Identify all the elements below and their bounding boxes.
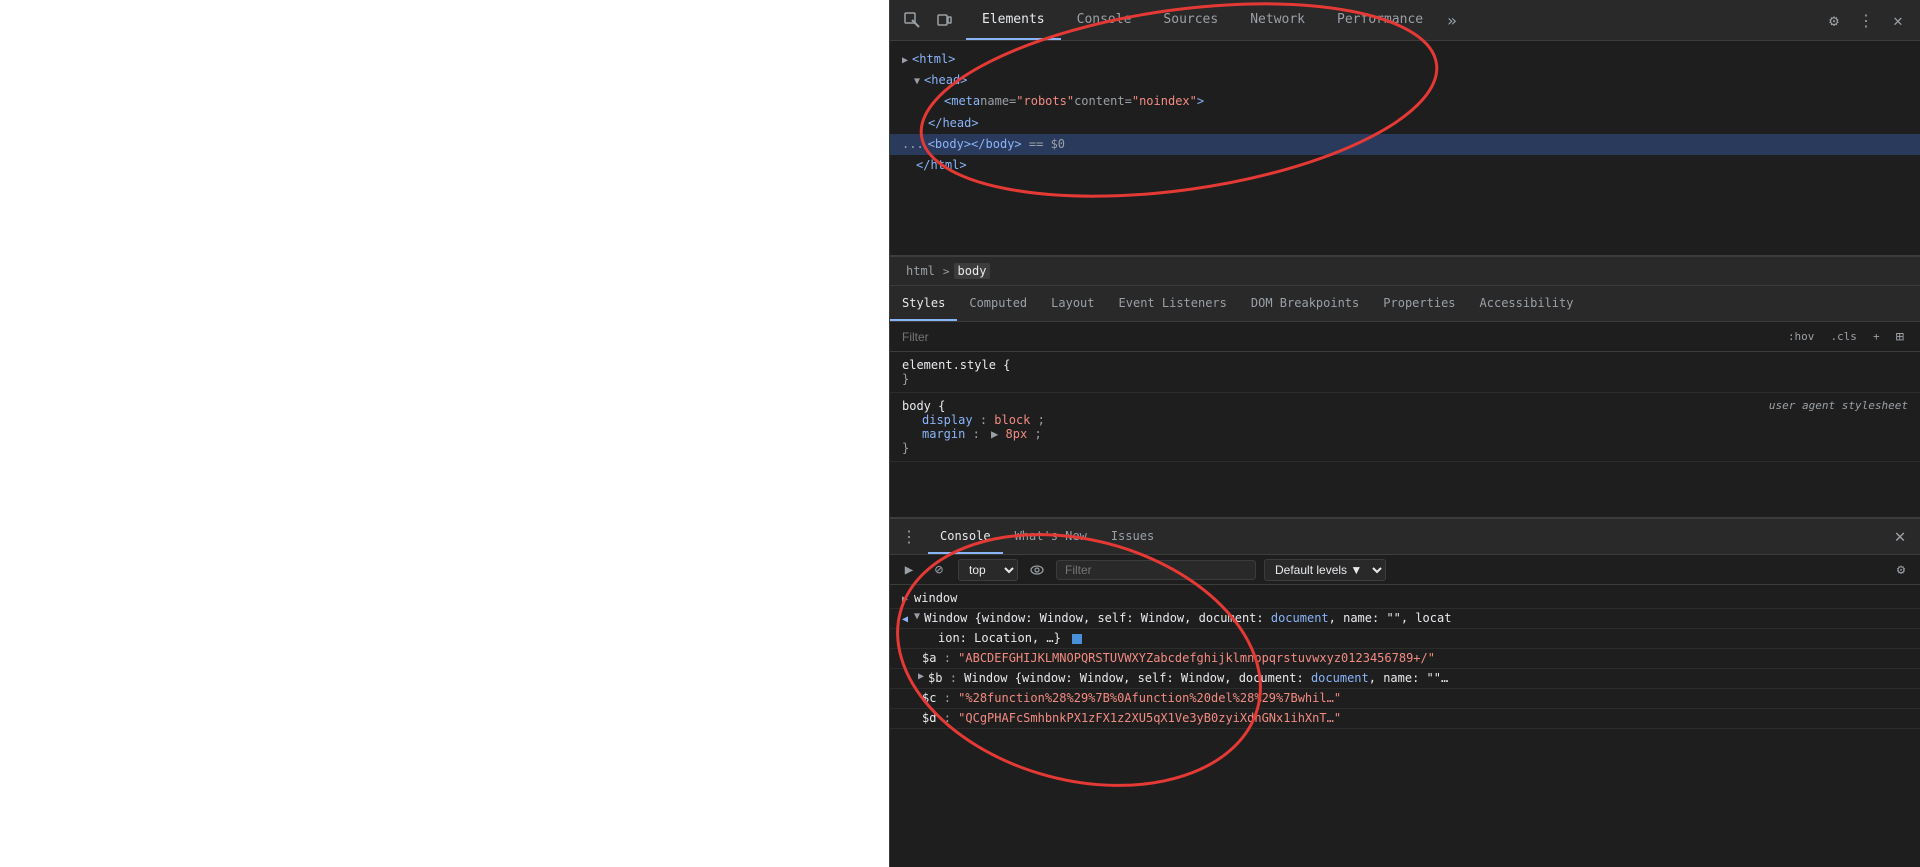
dom-line-head[interactable]: <head> <box>890 70 1920 91</box>
expand-arrow-html[interactable] <box>902 50 908 69</box>
window-icon-square <box>1072 634 1082 644</box>
console-clear-button[interactable]: ⊘ <box>928 559 950 581</box>
console-filter-input[interactable] <box>1056 560 1256 580</box>
console-tab-issues[interactable]: Issues <box>1099 519 1166 554</box>
dom-line-body[interactable]: ... <body></body> == $0 <box>890 134 1920 155</box>
console-panel: ⋮ Console What's New Issues ✕ ▶ ⊘ top <box>890 517 1920 867</box>
console-window-obj-text: Window {window: Window, self: Window, do… <box>924 611 1908 625</box>
window-obj-expand[interactable]: ▼ <box>914 611 920 622</box>
expand-arrow-head[interactable] <box>914 71 920 90</box>
tab-console[interactable]: Console <box>1061 0 1148 40</box>
settings-button[interactable]: ⚙ <box>1820 6 1848 34</box>
style-rule-element: element.style { } <box>890 352 1920 393</box>
console-line-dollar-b: ▶ $b : Window {window: Window, self: Win… <box>890 669 1920 689</box>
close-devtools-button[interactable]: ✕ <box>1884 6 1912 34</box>
styles-content[interactable]: element.style { } body { user agent styl… <box>890 352 1920 517</box>
elements-panel: <html> <head> <meta name="robots" conten… <box>890 41 1920 517</box>
style-rule-selector-element: element.style { <box>902 358 1908 372</box>
style-rule-close-element: } <box>902 372 1908 386</box>
style-rule-close-body: } <box>902 441 1908 455</box>
dom-line-meta[interactable]: <meta name="robots" content="noindex" > <box>890 91 1920 112</box>
window-document-link[interactable]: document <box>1271 611 1329 625</box>
styles-filter-input[interactable] <box>902 330 1784 344</box>
margin-expand[interactable]: ▶ <box>991 427 998 441</box>
devtools-wrapper: Elements Console Sources Network Perform… <box>889 0 1920 867</box>
dom-line-html[interactable]: <html> <box>890 49 1920 70</box>
console-line-window: ▶ window <box>890 589 1920 609</box>
console-context-select[interactable]: top <box>958 559 1018 581</box>
dom-tree[interactable]: <html> <head> <meta name="robots" conten… <box>890 41 1920 256</box>
devtools-main-tabs: Elements Console Sources Network Perform… <box>966 0 1812 40</box>
tab-accessibility[interactable]: Accessibility <box>1468 286 1586 321</box>
console-line-dollar-a: $a : "ABCDEFGHIJKLMNOPQRSTUVWXYZabcdefgh… <box>890 649 1920 669</box>
console-toolbar: ⋮ Console What's New Issues ✕ <box>890 519 1920 555</box>
tab-sources[interactable]: Sources <box>1147 0 1234 40</box>
window-obj-arrow[interactable]: ◀ <box>902 611 908 625</box>
customize-button[interactable]: ⋮ <box>1852 6 1880 34</box>
tab-computed[interactable]: Computed <box>957 286 1039 321</box>
tab-elements[interactable]: Elements <box>966 0 1061 40</box>
main-content <box>0 0 889 867</box>
device-toggle-button[interactable] <box>930 6 958 34</box>
dollar-d-text: $d : "QCgPHAFcSmhbnkPX1zFX1z2XU5qX1Ve3yB… <box>922 711 1908 725</box>
tab-styles[interactable]: Styles <box>890 286 957 321</box>
dollar-c-text: $c : "%28function%28%29%7B%0Afunction%20… <box>922 691 1908 705</box>
devtools-panel: Elements Console Sources Network Perform… <box>889 0 1920 867</box>
console-tabs: Console What's New Issues <box>928 519 1888 554</box>
console-window-text: window <box>914 591 1908 605</box>
console-level-select[interactable]: Default levels ▼ <box>1264 559 1386 581</box>
dollar-b-expand[interactable]: ▶ <box>918 671 924 682</box>
more-tabs-button[interactable]: » <box>1439 0 1465 40</box>
console-play-button[interactable]: ▶ <box>898 559 920 581</box>
toolbar-right-actions: ⚙ ⋮ ✕ <box>1812 6 1920 34</box>
tab-event-listeners[interactable]: Event Listeners <box>1107 286 1239 321</box>
styles-panel-tabs: Styles Computed Layout Event Listeners D… <box>890 286 1920 322</box>
tab-network[interactable]: Network <box>1234 0 1321 40</box>
dom-line-head-close[interactable]: </head> <box>890 113 1920 134</box>
toolbar-icon-group <box>890 6 966 34</box>
dollar-b-document-link[interactable]: document <box>1311 671 1369 685</box>
style-property-display: display : block ; <box>902 413 1908 427</box>
breadcrumb-bar: html > body <box>890 256 1920 286</box>
tab-properties[interactable]: Properties <box>1371 286 1467 321</box>
devtools-toolbar: Elements Console Sources Network Perform… <box>890 0 1920 41</box>
console-line-dollar-c: $c : "%28function%28%29%7B%0Afunction%20… <box>890 689 1920 709</box>
console-panel-menu[interactable]: ⋮ <box>898 526 920 548</box>
close-console-button[interactable]: ✕ <box>1888 525 1912 549</box>
inspect-element-button[interactable] <box>898 6 926 34</box>
console-tab-whats-new[interactable]: What's New <box>1003 519 1099 554</box>
tab-layout[interactable]: Layout <box>1039 286 1106 321</box>
console-line-window-expanded-2: ion: Location, …} <box>890 629 1920 649</box>
style-source-body: user agent stylesheet <box>1769 399 1908 412</box>
sidebar-toggle-button[interactable]: ⊞ <box>1892 328 1908 346</box>
console-output[interactable]: ▶ window ◀ ▼ Window {window: Window, sel… <box>890 585 1920 867</box>
dollar-a-text: $a : "ABCDEFGHIJKLMNOPQRSTUVWXYZabcdefgh… <box>922 651 1908 665</box>
style-property-margin: margin : ▶ 8px ; <box>902 427 1908 441</box>
add-rule-button[interactable]: + <box>1869 329 1884 344</box>
console-line-window-expanded: ◀ ▼ Window {window: Window, self: Window… <box>890 609 1920 629</box>
filter-actions: :hov .cls + ⊞ <box>1784 328 1908 346</box>
window-expand-arrow[interactable]: ▶ <box>902 591 908 605</box>
cls-button[interactable]: .cls <box>1826 329 1861 344</box>
breadcrumb-html[interactable]: html <box>902 263 939 279</box>
style-rule-body: body { user agent stylesheet display : b… <box>890 393 1920 462</box>
dollar-b-text: $b : Window {window: Window, self: Windo… <box>928 671 1908 685</box>
tab-dom-breakpoints[interactable]: DOM Breakpoints <box>1239 286 1371 321</box>
console-settings-button[interactable]: ⚙ <box>1890 559 1912 581</box>
tab-performance[interactable]: Performance <box>1321 0 1439 40</box>
console-eye-button[interactable] <box>1026 559 1048 581</box>
console-line-dollar-d: $d : "QCgPHAFcSmhbnkPX1zFX1z2XU5qX1Ve3yB… <box>890 709 1920 729</box>
console-second-toolbar: ▶ ⊘ top Default levels ▼ ⚙ <box>890 555 1920 585</box>
styles-filter-bar: :hov .cls + ⊞ <box>890 322 1920 352</box>
console-window-obj-text2: ion: Location, …} <box>938 631 1908 645</box>
hov-button[interactable]: :hov <box>1784 329 1819 344</box>
console-tab-console[interactable]: Console <box>928 519 1003 554</box>
style-rule-selector-body: body { user agent stylesheet <box>902 399 1908 413</box>
breadcrumb-body[interactable]: body <box>954 263 991 279</box>
dom-line-html-close[interactable]: </html> <box>890 155 1920 176</box>
